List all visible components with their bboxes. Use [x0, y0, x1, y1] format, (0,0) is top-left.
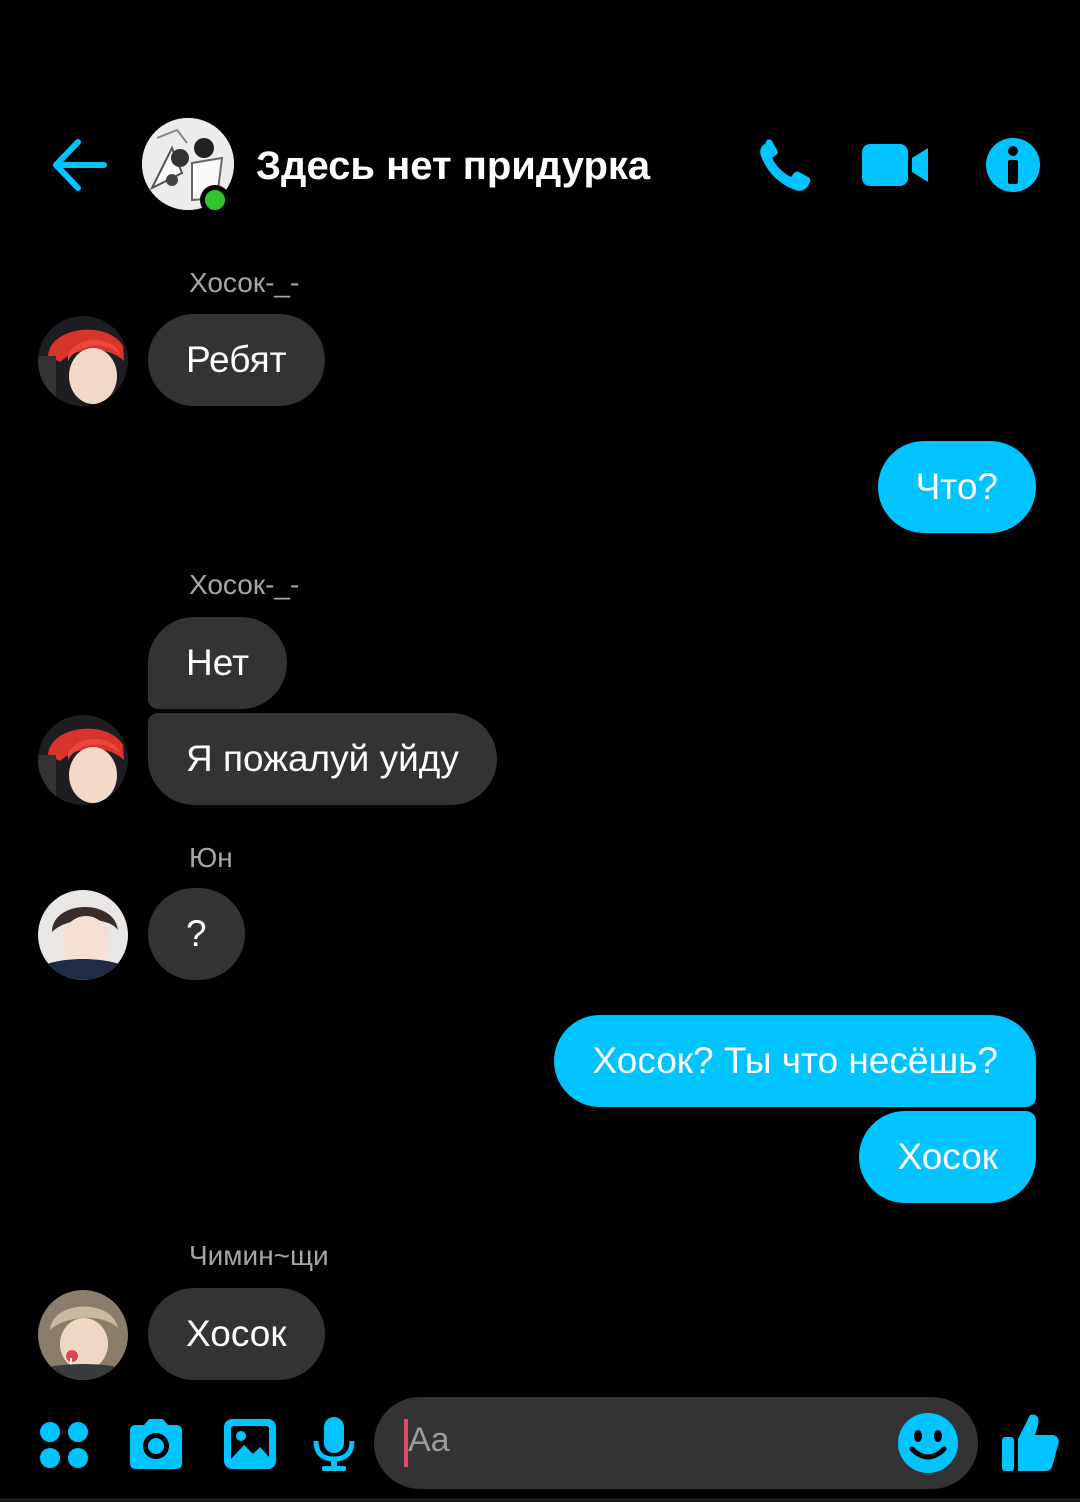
gallery-icon [224, 1419, 276, 1469]
video-call-button[interactable] [860, 136, 930, 194]
message-bubble[interactable]: ? [148, 888, 245, 980]
message-bubble[interactable]: Нет [148, 617, 288, 709]
info-button[interactable] [984, 136, 1042, 194]
sender-name: Чимин~щи [189, 1240, 329, 1271]
emoji-icon [898, 1413, 958, 1473]
thumbs-up-icon [1002, 1414, 1059, 1471]
back-button[interactable] [48, 136, 110, 194]
input-placeholder: Aa [408, 1421, 450, 1459]
message-bubble[interactable]: Я пожалуй уйду [148, 713, 497, 805]
phone-icon [760, 139, 811, 191]
sender-name: Хосок-_- [189, 267, 300, 298]
message-input[interactable]: Aa [374, 1397, 978, 1489]
emoji-button[interactable] [896, 1411, 960, 1475]
chat-header: Здесь нет придурка [0, 110, 1080, 220]
avatar-jimin[interactable] [38, 1290, 128, 1380]
call-button[interactable] [755, 136, 817, 194]
microphone-icon [313, 1417, 355, 1471]
message-composer: Aa [0, 1395, 1080, 1495]
hoseok-photo [38, 316, 128, 406]
video-camera-icon [862, 144, 928, 186]
gallery-button[interactable] [222, 1415, 278, 1473]
apps-grid-icon [40, 1422, 88, 1468]
voice-button[interactable] [312, 1415, 356, 1473]
message-bubble[interactable]: Что? [877, 441, 1036, 533]
message-bubble[interactable]: Ребят [148, 314, 325, 406]
message-bubble[interactable]: Хосок [859, 1111, 1036, 1203]
avatar-hoseok[interactable] [38, 316, 128, 406]
avatar-yoongi[interactable] [38, 890, 128, 980]
hoseok-photo [38, 715, 128, 805]
sender-name: Юн [189, 842, 233, 873]
online-status-dot [200, 185, 230, 215]
message-bubble[interactable]: Хосок? Ты что несёшь? [554, 1015, 1036, 1107]
sender-name: Хосок-_- [189, 569, 300, 600]
arrow-left-icon [53, 139, 107, 191]
like-button[interactable] [1000, 1409, 1062, 1475]
bottom-divider [0, 1498, 1080, 1502]
camera-button[interactable] [126, 1415, 186, 1473]
yoongi-photo [38, 890, 128, 980]
jimin-photo [38, 1290, 128, 1380]
message-bubble[interactable]: Хосок [148, 1288, 325, 1380]
info-icon [986, 138, 1040, 192]
avatar-hoseok[interactable] [38, 715, 128, 805]
apps-button[interactable] [38, 1415, 90, 1473]
chat-title[interactable]: Здесь нет придурка [256, 144, 650, 189]
camera-icon [130, 1419, 182, 1469]
